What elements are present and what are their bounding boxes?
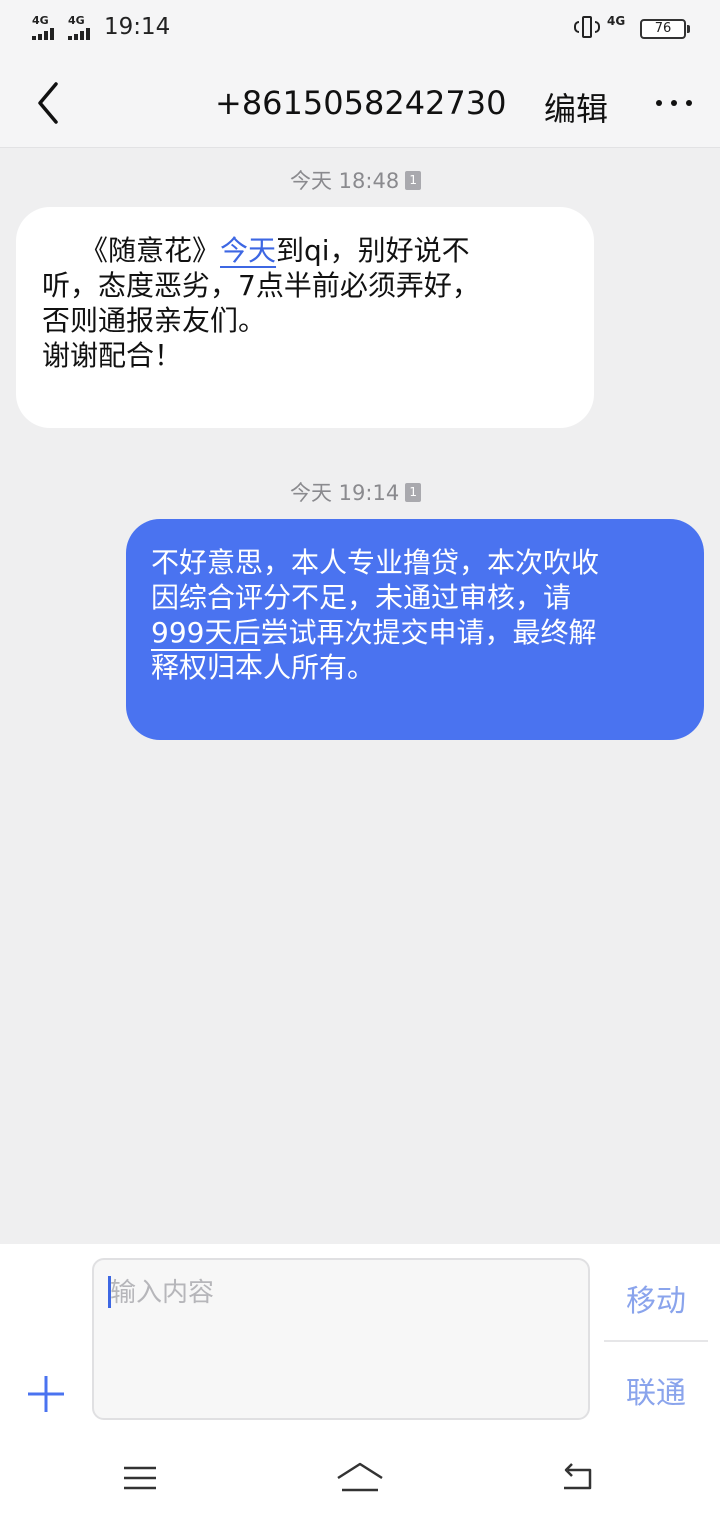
message-line: 谢谢配合！ (42, 339, 183, 372)
send-sim1-button[interactable]: 移动 (604, 1276, 708, 1320)
back-arrow-icon[interactable] (26, 78, 76, 128)
message-timestamp: 今天 18:48 1 (290, 165, 422, 195)
message-line: 《随意花》今天到qi，别好说不 (80, 234, 470, 267)
message-timestamp: 今天 19:14 1 (290, 477, 422, 507)
send-divider (604, 1340, 708, 1342)
message-line: 听，态度恶劣，7点半前必须弄好， (42, 269, 480, 302)
outgoing-message-bubble[interactable]: 不好意思，本人专业撸贷，本次吹收 因综合评分不足，未通过审核，请 999天后尝试… (126, 519, 704, 740)
message-input[interactable]: 输入内容 (92, 1258, 590, 1420)
incoming-message-bubble[interactable]: 《随意花》今天到qi，别好说不 听，态度恶劣，7点半前必须弄好， 否则通报亲友们… (16, 207, 594, 428)
date-link[interactable]: 今天 (220, 234, 276, 267)
home-icon[interactable] (334, 1460, 386, 1500)
sim-icon: 1 (405, 482, 422, 502)
input-placeholder: 输入内容 (110, 1278, 215, 1308)
status-time: 19:14 (104, 14, 171, 40)
message-line: 不好意思，本人专业撸贷，本次吹收 (151, 546, 600, 579)
message-line: 释权归本人所有。 (151, 651, 376, 684)
message-line: 否则通报亲友们。 (42, 304, 267, 337)
vibrate-icon (574, 14, 600, 42)
status-bar: 4G 4G 19:14 4G 76 (0, 0, 720, 58)
plus-icon[interactable] (24, 1372, 68, 1416)
conversation-header: +8615058242730 编辑 (0, 58, 720, 148)
contact-title: +8615058242730 (215, 84, 507, 122)
message-line: 999天后尝试再次提交申请，最终解 (151, 616, 597, 649)
compose-area: 输入内容 移动 联通 (0, 1244, 720, 1520)
message-line: 因综合评分不足，未通过审核，请 (151, 581, 572, 614)
more-icon[interactable] (652, 78, 696, 128)
edit-button[interactable]: 编辑 (544, 84, 608, 130)
network-indicator: 4G (607, 14, 626, 28)
menu-icon[interactable] (120, 1460, 160, 1500)
battery-icon: 76 (640, 19, 690, 39)
sim-icon: 1 (405, 170, 422, 190)
date-link[interactable]: 999天后 (151, 616, 260, 649)
text-cursor (108, 1276, 111, 1308)
battery-level: 76 (654, 21, 672, 36)
return-icon[interactable] (558, 1460, 598, 1500)
send-sim2-button[interactable]: 联通 (604, 1368, 708, 1412)
